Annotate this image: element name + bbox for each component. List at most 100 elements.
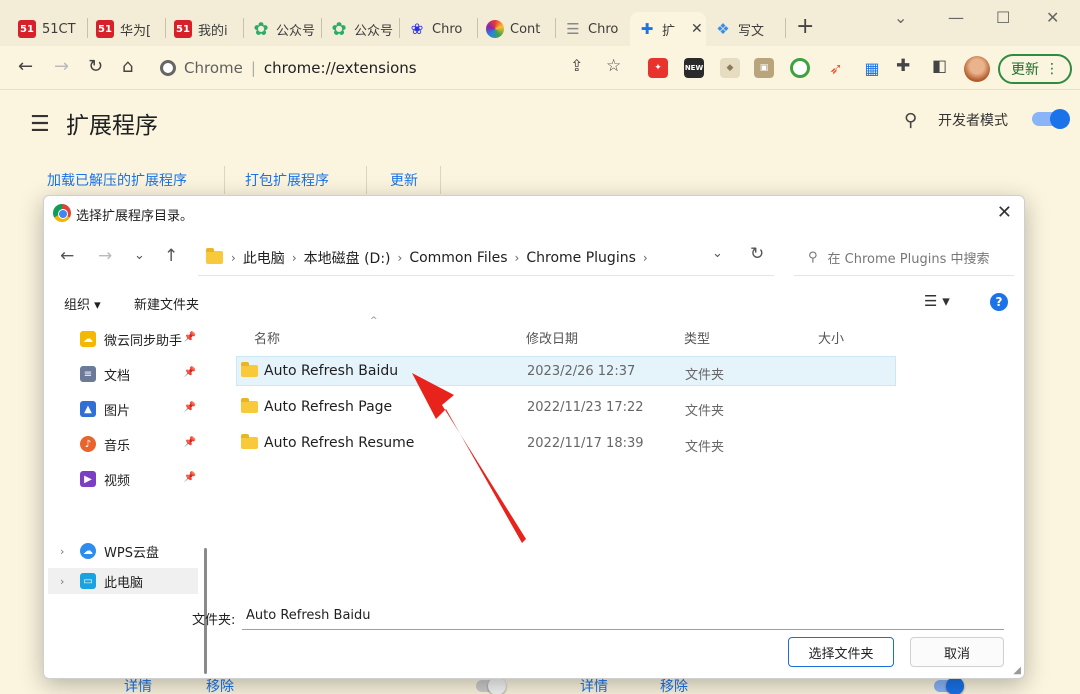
file-name: Auto Refresh Baidu	[241, 362, 398, 379]
file-row[interactable]: Auto Refresh Baidu 2023/2/26 12:37 文件夹	[236, 356, 896, 386]
nav-item-documents[interactable]: ≡ 文档 📌	[80, 361, 200, 387]
column-size[interactable]: 大小	[818, 328, 844, 347]
pin-icon[interactable]: 📌	[184, 472, 196, 483]
reload-icon[interactable]: ↻	[88, 56, 103, 77]
load-unpacked-button[interactable]: 加载已解压的扩展程序	[47, 170, 187, 190]
extension-toggle[interactable]	[476, 677, 506, 694]
command-bar: 组织 ▾ 新建文件夹 ☰ ▾ ?	[44, 286, 1024, 318]
menu-icon[interactable]: ☰	[30, 112, 50, 137]
bookmark-star-icon[interactable]: ☆	[606, 56, 621, 76]
recent-locations-icon[interactable]: ⌄	[134, 248, 145, 263]
file-type: 文件夹	[685, 368, 725, 383]
developer-mode-toggle[interactable]	[1032, 109, 1070, 129]
refresh-icon[interactable]: ↻	[750, 244, 764, 264]
nav-group-wps[interactable]: › ☁ WPS云盘	[48, 538, 198, 564]
breadcrumb-item[interactable]: 本地磁盘 (D:)	[304, 248, 391, 268]
this-pc-icon: ▭	[80, 573, 96, 589]
close-icon[interactable]: ✕	[997, 202, 1012, 223]
nav-item-label: 音乐	[104, 438, 131, 454]
back-icon[interactable]: ←	[18, 56, 33, 77]
search-icon[interactable]: ⚲	[904, 110, 917, 131]
extension-shield-icon[interactable]: ◆	[720, 58, 740, 78]
file-name-text: Auto Refresh Page	[264, 399, 393, 415]
organize-menu[interactable]: 组织 ▾	[64, 294, 101, 313]
tab-extensions[interactable]: ✚ 扩 ✕	[630, 12, 706, 46]
breadcrumb-item[interactable]: Chrome Plugins	[526, 250, 636, 266]
window-close-icon[interactable]: ✕	[1046, 8, 1059, 27]
select-folder-button[interactable]: 选择文件夹	[788, 637, 894, 667]
extension-new-icon[interactable]: NEW	[684, 58, 704, 78]
chevron-right-icon[interactable]: ›	[60, 575, 72, 588]
tab-cont[interactable]: Cont	[478, 12, 556, 46]
column-type[interactable]: 类型	[684, 328, 710, 347]
side-panel-icon[interactable]: ◧	[932, 56, 947, 75]
pin-icon[interactable]: 📌	[184, 437, 196, 448]
breadcrumb[interactable]: › 此电脑 › 本地磁盘 (D:) › Common Files › Chrom…	[198, 240, 774, 276]
tab-label: 公众号	[354, 23, 394, 39]
chevron-right-icon[interactable]: ›	[60, 545, 72, 558]
search-input[interactable]: ⚲ 在 Chrome Plugins 中搜索	[794, 240, 1014, 276]
help-icon[interactable]: ?	[990, 293, 1008, 311]
extension-toggle[interactable]	[934, 677, 964, 694]
pictures-icon: ▲	[80, 401, 96, 417]
up-icon[interactable]: ↑	[164, 246, 178, 266]
view-options-icon[interactable]: ☰ ▾	[924, 292, 950, 310]
tab-51cto[interactable]: 51 51CT	[10, 12, 88, 46]
tab-chrome-doc[interactable]: ☰ Chro	[556, 12, 630, 46]
back-icon[interactable]: ←	[60, 246, 74, 266]
pin-icon[interactable]: 📌	[184, 402, 196, 413]
file-list: ^ 名称 修改日期 类型 大小 Auto Refresh Baidu 2023/…	[234, 316, 896, 582]
breadcrumb-item[interactable]: Common Files	[409, 250, 507, 266]
column-name[interactable]: 名称	[254, 328, 280, 347]
breadcrumb-item[interactable]: 此电脑	[243, 248, 285, 268]
forward-icon[interactable]: →	[54, 56, 69, 77]
home-icon[interactable]: ⌂	[122, 56, 133, 77]
avatar[interactable]	[964, 56, 990, 82]
tab-wechat-1[interactable]: ✿ 公众号	[244, 12, 322, 46]
cancel-button[interactable]: 取消	[910, 637, 1004, 667]
folder-icon	[241, 434, 258, 449]
tab-wechat-2[interactable]: ✿ 公众号	[322, 12, 400, 46]
tab-label: 我的i	[198, 23, 228, 39]
extension-calculator-icon[interactable]: ▦	[862, 58, 882, 78]
extension-red-icon[interactable]: ✦	[648, 58, 668, 78]
chevron-right-icon: ›	[291, 250, 297, 265]
nav-group-this-pc[interactable]: › ▭ 此电脑	[48, 568, 198, 594]
chevron-down-icon[interactable]: ⌄	[894, 8, 907, 27]
nav-item-weiyun[interactable]: ☁ 微云同步助手 📌	[80, 326, 200, 352]
extension-swift-icon[interactable]: ➶	[826, 58, 846, 78]
tab-my[interactable]: 51 我的i	[166, 12, 244, 46]
pin-icon[interactable]: 📌	[184, 367, 196, 378]
maximize-icon[interactable]: ☐	[996, 8, 1010, 27]
address-bar[interactable]: Chrome | chrome://extensions	[160, 54, 417, 82]
nav-item-music[interactable]: ♪ 音乐 📌	[80, 431, 200, 457]
pin-icon[interactable]: 📌	[184, 332, 196, 343]
extension-box-icon[interactable]: ▣	[754, 58, 774, 78]
tab-huawei[interactable]: 51 华为[	[88, 12, 166, 46]
nav-group-label: WPS云盘	[104, 545, 159, 561]
nav-item-pictures[interactable]: ▲ 图片 📌	[80, 396, 200, 422]
new-tab-icon[interactable]: +	[796, 14, 814, 39]
chevron-right-icon: ›	[397, 250, 403, 265]
pack-extension-button[interactable]: 打包扩展程序	[245, 170, 329, 190]
resize-grip-icon[interactable]: ◢	[1013, 665, 1021, 676]
update-extensions-button[interactable]: 更新	[390, 170, 418, 190]
file-row[interactable]: Auto Refresh Resume 2022/11/17 18:39 文件夹	[236, 428, 896, 458]
minimize-icon[interactable]: —	[948, 8, 964, 27]
folder-name-input[interactable]	[242, 602, 1004, 630]
tab-write[interactable]: ❖ 写文	[706, 12, 786, 46]
nav-item-videos[interactable]: ▶ 视频 📌	[80, 466, 200, 492]
extension-gauge-icon[interactable]	[790, 58, 810, 78]
extensions-puzzle-icon[interactable]: ✚	[896, 56, 910, 76]
url-text: chrome://extensions	[263, 59, 417, 77]
tab-baidu[interactable]: ❀ Chro	[400, 12, 478, 46]
close-icon[interactable]: ✕	[691, 21, 703, 37]
chevron-down-icon[interactable]: ⌄	[712, 246, 723, 261]
update-button[interactable]: 更新 ⋮	[998, 54, 1072, 84]
forward-icon[interactable]: →	[98, 246, 112, 266]
file-row[interactable]: Auto Refresh Page 2022/11/23 17:22 文件夹	[236, 392, 896, 422]
new-folder-button[interactable]: 新建文件夹	[134, 294, 199, 313]
search-placeholder: 在 Chrome Plugins 中搜索	[827, 252, 990, 267]
column-date[interactable]: 修改日期	[526, 328, 578, 347]
share-icon[interactable]: ⇪	[570, 56, 583, 75]
